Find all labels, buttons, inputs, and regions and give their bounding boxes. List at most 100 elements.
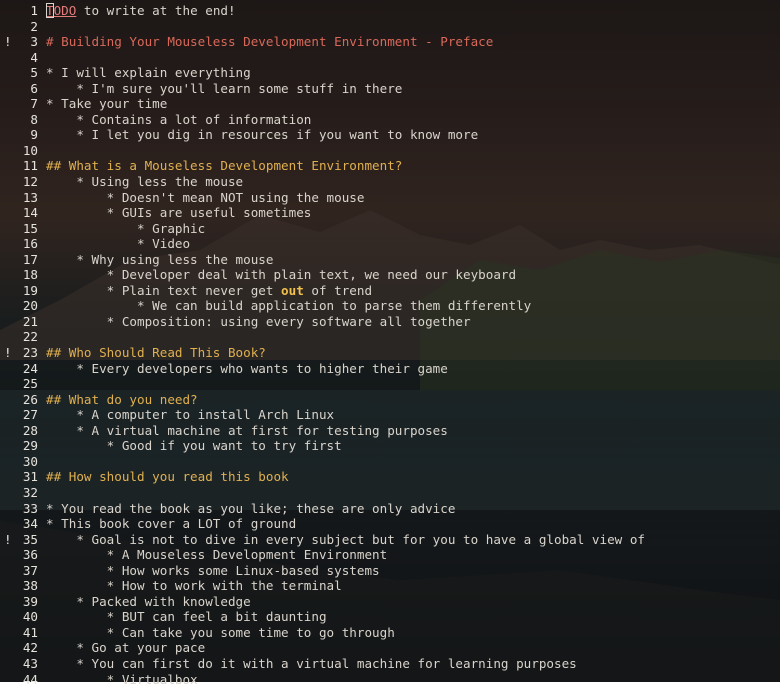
editor-line[interactable]: 4 xyxy=(0,50,780,66)
line-content[interactable]: * Plain text never get out of trend xyxy=(46,283,372,299)
editor-line[interactable]: 19 * Plain text never get out of trend xyxy=(0,283,780,299)
line-content[interactable]: * How works some Linux-based systems xyxy=(46,563,380,579)
editor-line[interactable]: 42 * Go at your pace xyxy=(0,640,780,656)
line-number: 33 xyxy=(22,500,38,516)
editor-line[interactable]: 39 * Packed with knowledge xyxy=(0,594,780,610)
text-segment: * A virtual machine at first for testing… xyxy=(46,422,448,438)
line-content[interactable]: * I let you dig in resources if you want… xyxy=(46,127,478,143)
editor-line[interactable]: 22 xyxy=(0,329,780,345)
editor-line[interactable]: 25 xyxy=(0,376,780,392)
editor-line[interactable]: 20 * We can build application to parse t… xyxy=(0,298,780,314)
line-number: 3 xyxy=(30,34,38,50)
line-content[interactable]: * Can take you some time to go through xyxy=(46,625,395,641)
line-content[interactable]: * Take your time xyxy=(46,96,167,112)
line-content[interactable]: * Packed with knowledge xyxy=(46,594,250,610)
line-content[interactable]: * Good if you want to try first xyxy=(46,438,342,454)
editor-line[interactable]: 37 * How works some Linux-based systems xyxy=(0,563,780,579)
editor-line[interactable]: 31 ## How should you read this book xyxy=(0,469,780,485)
editor-line[interactable]: 10 xyxy=(0,143,780,159)
line-content[interactable]: * This book cover a LOT of ground xyxy=(46,516,296,532)
editor-line[interactable]: 44 * Virtualbox xyxy=(0,672,780,687)
line-content[interactable]: * A computer to install Arch Linux xyxy=(46,407,334,423)
line-content[interactable]: * You can first do it with a virtual mac… xyxy=(46,656,576,672)
text-segment: of trend xyxy=(303,282,373,298)
line-content[interactable]: * Why using less the mouse xyxy=(46,252,273,268)
line-content[interactable]: * Doesn't mean NOT using the mouse xyxy=(46,190,365,206)
line-content[interactable]: * You read the book as you like; these a… xyxy=(46,501,455,517)
editor-line[interactable]: 28 * A virtual machine at first for test… xyxy=(0,423,780,439)
editor-line[interactable]: 16 * Video xyxy=(0,236,780,252)
line-content[interactable]: * A Mouseless Development Environment xyxy=(46,547,388,563)
editor-line[interactable]: 7 * Take your time xyxy=(0,96,780,112)
editor-line[interactable]: 14 * GUIs are useful sometimes xyxy=(0,205,780,221)
line-content[interactable]: * Graphic xyxy=(46,221,205,237)
heading-h2-text: ## Who Should Read This Book? xyxy=(46,345,266,361)
editor-line[interactable]: 11 ## What is a Mouseless Development Env… xyxy=(0,158,780,174)
text-segment: * We can build application to parse them… xyxy=(46,298,532,314)
editor-line[interactable]: 1 TODO to write at the end! xyxy=(0,3,780,19)
editor-line[interactable]: 38 * How to work with the terminal xyxy=(0,578,780,594)
editor-line[interactable]: 8 * Contains a lot of information xyxy=(0,112,780,128)
line-content[interactable]: * Every developers who wants to higher t… xyxy=(46,361,448,377)
line-content[interactable]: * Contains a lot of information xyxy=(46,112,311,128)
line-content[interactable]: ## What do you need? xyxy=(46,392,198,408)
editor-line[interactable]: 33 * You read the book as you like; these… xyxy=(0,501,780,517)
line-content[interactable]: * Virtualbox xyxy=(46,672,198,687)
line-number: 11 xyxy=(22,158,38,174)
line-number: 13 xyxy=(22,189,38,205)
line-content[interactable]: ## Who Should Read This Book? xyxy=(46,345,266,361)
line-content[interactable]: ## How should you read this book xyxy=(46,469,289,485)
text-segment: to write at the end! xyxy=(76,3,236,18)
line-content[interactable]: * We can build application to parse them… xyxy=(46,298,531,314)
text-segment: * Plain text never get xyxy=(46,282,282,298)
editor-line[interactable]: 17 * Why using less the mouse xyxy=(0,252,780,268)
text-editor[interactable]: 1 TODO to write at the end! 2! 3 # Building … xyxy=(0,3,780,687)
text-segment: * This book cover a LOT of ground xyxy=(46,516,297,532)
line-content[interactable]: * A virtual machine at first for testing… xyxy=(46,423,448,439)
line-content[interactable]: * GUIs are useful sometimes xyxy=(46,205,312,221)
editor-line[interactable]: 12 * Using less the mouse xyxy=(0,174,780,190)
editor-line[interactable]: 13 * Doesn't mean NOT using the mouse xyxy=(0,190,780,206)
editor-line[interactable]: 21 * Composition: using every software a… xyxy=(0,314,780,330)
line-content[interactable]: * Go at your pace xyxy=(46,640,205,656)
editor-line[interactable]: 24 * Every developers who wants to highe… xyxy=(0,361,780,377)
line-content[interactable]: * I will explain everything xyxy=(46,65,251,81)
line-content[interactable]: * How to work with the terminal xyxy=(46,578,342,594)
line-content[interactable]: ## What is a Mouseless Development Envir… xyxy=(46,158,402,174)
editor-line[interactable]: 43 * You can first do it with a virtual … xyxy=(0,656,780,672)
editor-line[interactable]: 15 * Graphic xyxy=(0,221,780,237)
editor-line[interactable]: 36 * A Mouseless Development Environment xyxy=(0,547,780,563)
line-number: 29 xyxy=(22,438,38,454)
editor-line[interactable]: 18 * Developer deal with plain text, we … xyxy=(0,267,780,283)
line-content[interactable]: * Goal is not to dive in every subject b… xyxy=(46,532,645,548)
editor-line[interactable]: 29 * Good if you want to try first xyxy=(0,438,780,454)
line-number: 5 xyxy=(30,65,38,81)
editor-line[interactable]: 40 * BUT can feel a bit daunting xyxy=(0,609,780,625)
editor-line[interactable]: 26 ## What do you need? xyxy=(0,392,780,408)
line-content[interactable]: * Composition: using every software all … xyxy=(46,314,471,330)
text-segment: * BUT can feel a bit daunting xyxy=(46,609,327,625)
editor-line[interactable]: 34 * This book cover a LOT of ground xyxy=(0,516,780,532)
editor-line[interactable]: 41 * Can take you some time to go throug… xyxy=(0,625,780,641)
editor-line[interactable]: 32 xyxy=(0,485,780,501)
editor-line[interactable]: 5 * I will explain everything xyxy=(0,65,780,81)
editor-line[interactable]: 6 * I'm sure you'll learn some stuff in … xyxy=(0,81,780,97)
editor-line[interactable]: ! 3 # Building Your Mouseless Development … xyxy=(0,34,780,50)
line-number: 20 xyxy=(22,298,38,314)
line-content[interactable]: * Developer deal with plain text, we nee… xyxy=(46,267,516,283)
line-content[interactable]: # Building Your Mouseless Development En… xyxy=(46,34,493,50)
text-segment: * Developer deal with plain text, we nee… xyxy=(46,267,517,283)
line-content[interactable]: * Using less the mouse xyxy=(46,174,243,190)
editor-line[interactable]: 27 * A computer to install Arch Linux xyxy=(0,407,780,423)
line-content[interactable]: * BUT can feel a bit daunting xyxy=(46,609,327,625)
editor-line[interactable]: 30 xyxy=(0,454,780,470)
line-number: 15 xyxy=(22,220,38,236)
editor-line[interactable]: ! 35 * Goal is not to dive in every subje… xyxy=(0,532,780,548)
editor-line[interactable]: 2 xyxy=(0,19,780,35)
line-content[interactable]: * I'm sure you'll learn some stuff in th… xyxy=(46,81,402,97)
text-segment: * A Mouseless Development Environment xyxy=(46,547,388,563)
line-content[interactable]: TODO to write at the end! xyxy=(46,3,236,19)
line-content[interactable]: * Video xyxy=(46,236,190,252)
editor-line[interactable]: 9 * I let you dig in resources if you wa… xyxy=(0,127,780,143)
editor-line[interactable]: ! 23 ## Who Should Read This Book? xyxy=(0,345,780,361)
